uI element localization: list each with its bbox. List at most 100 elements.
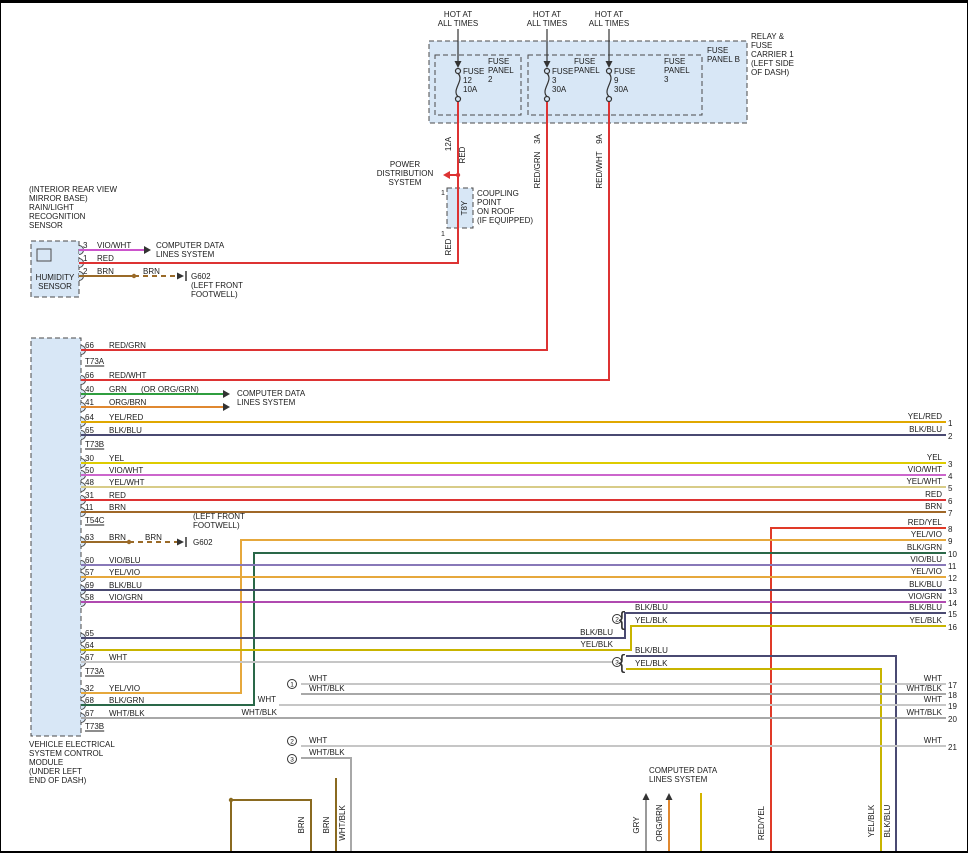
pin48-num: 48 — [85, 478, 94, 487]
pin57-color: YEL/VIO — [109, 568, 140, 577]
pin66b-num: 66 — [85, 371, 94, 380]
rightnum-15: 15 — [948, 610, 957, 619]
wiring-diagram-canvas: 12323{{HOT ATALL TIMESHOT ATALL TIMESHOT… — [1, 3, 967, 851]
mid-splice3-yelblk: YEL/BLK — [635, 659, 668, 668]
wirelabel-red-upper: RED — [458, 146, 467, 163]
sensor-pin3-color: VIO/WHT — [97, 241, 131, 250]
pin63-color2: BRN — [145, 533, 162, 542]
fuse9-l3: 30A — [614, 85, 629, 94]
relay-l1: RELAY & — [751, 32, 785, 41]
mid-splice3-blkblu: BLK/BLU — [635, 646, 668, 655]
right2-label: BLK/BLU — [909, 425, 942, 434]
coupling-pin-bottom: 1 — [441, 231, 445, 238]
g602-pin63-label: G602 — [193, 538, 213, 547]
splice3b-label: WHT/BLK — [309, 748, 345, 757]
g602-pin63-loc2: FOOTWELL) — [193, 521, 240, 530]
bottom-orgbrn: ORG/BRN — [655, 804, 664, 842]
rightnum-12: 12 — [948, 574, 957, 583]
panel2-l3: 2 — [488, 75, 493, 84]
right3-label: YEL — [927, 453, 943, 462]
conn-t73a-1: T73A — [85, 357, 105, 366]
fuse12-l1: FUSE — [463, 67, 484, 76]
pin48-color: YEL/WHT — [109, 478, 145, 487]
right10-label: BLK/GRN — [907, 543, 942, 552]
wire-row9-yelvio-pin32 — [81, 540, 946, 693]
cdl3-l1: COMPUTER DATA — [649, 766, 718, 775]
right14-label: VIO/GRN — [908, 592, 942, 601]
hot3-l2: ALL TIMES — [589, 19, 629, 28]
conn-t73b-1: T73B — [85, 440, 104, 449]
hot1-l2: ALL TIMES — [438, 19, 478, 28]
rightnum-20: 20 — [948, 715, 957, 724]
dot-pin63-brn-junction — [127, 540, 131, 544]
cdl1-l2: LINES SYSTEM — [156, 250, 215, 259]
right5-label: YEL/WHT — [906, 477, 942, 486]
g602-sensor-loc1: (LEFT FRONT — [191, 281, 243, 290]
pin11-color: BRN — [109, 503, 126, 512]
wirelabel-9a: 9A — [595, 133, 604, 143]
wirelabel-3a: 3A — [533, 133, 542, 143]
rightnum-17: 17 — [948, 681, 957, 690]
pin68-num: 68 — [85, 696, 94, 705]
rightnum-4: 4 — [948, 472, 953, 481]
arrow-computer-data-grn — [223, 390, 230, 398]
pin40-num: 40 — [85, 385, 94, 394]
hot3-l1: HOT AT — [595, 10, 623, 19]
power-l3: SYSTEM — [389, 178, 422, 187]
rightnum-2: 2 — [948, 432, 953, 441]
cdl2-l1: COMPUTER DATA — [237, 389, 306, 398]
humidity-l1: HUMIDITY — [36, 273, 75, 282]
pin65-color: BLK/BLU — [109, 426, 142, 435]
pin40-color: GRN — [109, 385, 127, 394]
pin65-num: 65 — [85, 426, 94, 435]
coupling-l1: COUPLING — [477, 189, 519, 198]
row18-label: WHT/BLK — [309, 684, 345, 693]
wirelabel-red-lower: RED — [444, 238, 453, 255]
mid16-label: YEL/BLK — [635, 616, 668, 625]
right13-label: BLK/BLU — [909, 580, 942, 589]
module-cap1: VEHICLE ELECTRICAL — [29, 740, 115, 749]
sensor-pin2-color: BRN — [97, 267, 114, 276]
pin41-color: ORG/BRN — [109, 398, 147, 407]
pin63-color: BRN — [109, 533, 126, 542]
brace-splice-2: { — [619, 609, 626, 631]
pin64b-color: YEL/BLK — [581, 640, 614, 649]
rightnum-1: 1 — [948, 419, 953, 428]
pin30-num: 30 — [85, 454, 94, 463]
relay-l5: OF DASH) — [751, 68, 790, 77]
panelM-l1: FUSE — [574, 57, 595, 66]
bottom-yelblk: YEL/BLK — [867, 804, 876, 837]
brace-splice-3: { — [619, 652, 626, 674]
dot-sensor-brn-junction — [132, 274, 136, 278]
box-relay-fuse-carrier — [429, 41, 747, 123]
pin31-num: 31 — [85, 491, 94, 500]
cdl2-l2: LINES SYSTEM — [237, 398, 296, 407]
sensor-cap4: RECOGNITION — [29, 212, 86, 221]
pin41-num: 41 — [85, 398, 94, 407]
conn-t54c: T54C — [85, 516, 105, 525]
sensor-cap3: RAIN/LIGHT — [29, 203, 74, 212]
pin63-num: 63 — [85, 533, 94, 542]
power-l2: DISTRIBUTION — [377, 169, 434, 178]
splice-ref-2: 2 — [290, 739, 294, 746]
arrow-computer-data-orgbrn2 — [666, 793, 673, 800]
right19-label: WHT — [924, 695, 942, 704]
rightnum-3: 3 — [948, 460, 953, 469]
rightnum-11: 11 — [948, 562, 957, 571]
wiring-diagram-page: 12323{{HOT ATALL TIMESHOT ATALL TIMESHOT… — [0, 0, 968, 853]
wire-splice3-yelblk-down — [626, 669, 881, 851]
power-l1: POWER — [390, 160, 420, 169]
right17-label: WHT — [924, 674, 942, 683]
right9-label: YEL/VIO — [911, 530, 942, 539]
rightnum-5: 5 — [948, 484, 953, 493]
bottom-brn1: BRN — [297, 816, 306, 833]
pin68-color: BLK/GRN — [109, 696, 144, 705]
pin57-num: 57 — [85, 568, 94, 577]
arrow-power-distribution — [443, 171, 450, 179]
cdl3-l2: LINES SYSTEM — [649, 775, 708, 784]
right6-label: RED — [925, 490, 942, 499]
right8-label: RED/YEL — [908, 518, 943, 527]
sensor-pin2-num: 2 — [83, 267, 88, 276]
fuse3-l3: 30A — [552, 85, 567, 94]
g602-pin63-loc1: (LEFT FRONT — [193, 512, 245, 521]
